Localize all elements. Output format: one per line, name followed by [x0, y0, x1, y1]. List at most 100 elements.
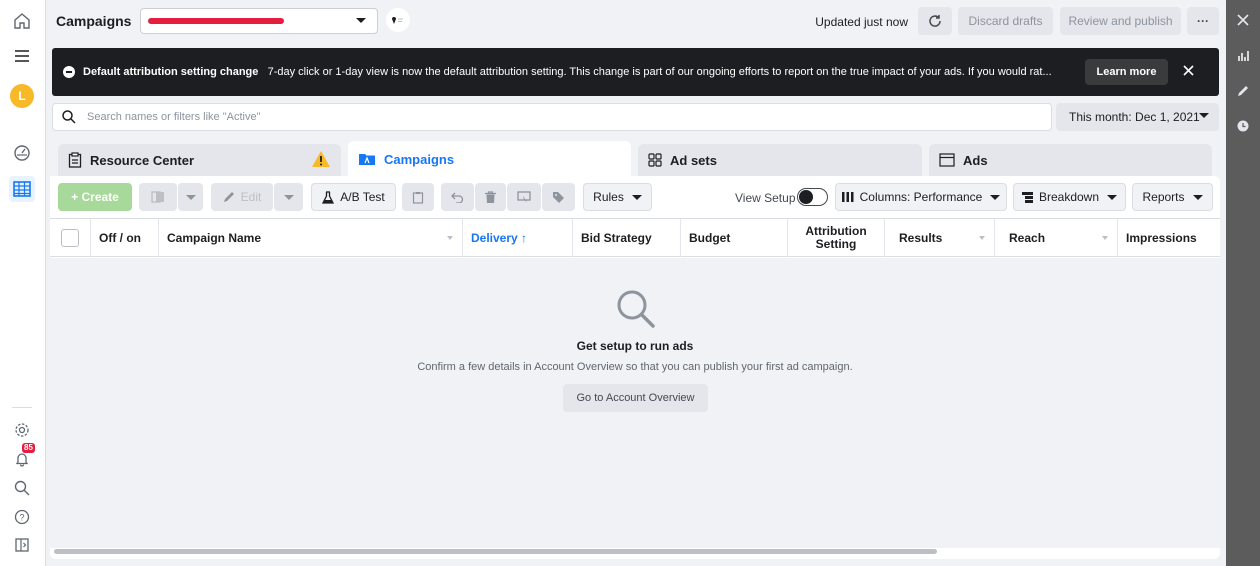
- chevron-down-icon: [185, 194, 196, 200]
- column-label: Reach: [1009, 231, 1046, 245]
- tab-label: Campaigns: [384, 151, 455, 167]
- help-icon[interactable]: ?: [9, 504, 35, 530]
- search-input[interactable]: [87, 109, 987, 125]
- duplicate-dropdown-button[interactable]: [178, 183, 203, 211]
- chevron-down-icon: [1192, 194, 1203, 200]
- learn-more-button[interactable]: Learn more: [1085, 59, 1168, 85]
- ads-manager-table-icon[interactable]: [9, 176, 35, 202]
- dashboard-gauge-icon[interactable]: [9, 140, 35, 166]
- page-title: Campaigns: [56, 13, 132, 29]
- create-button[interactable]: + Create: [58, 183, 132, 211]
- go-to-account-overview-button[interactable]: Go to Account Overview: [563, 384, 708, 412]
- ab-test-button[interactable]: A/B Test: [311, 183, 396, 211]
- date-range-picker[interactable]: This month: Dec 1, 2021: [1056, 103, 1219, 131]
- search-icon[interactable]: [9, 475, 35, 501]
- close-icon[interactable]: [1226, 14, 1260, 26]
- tab-ads[interactable]: Ads: [929, 144, 1212, 176]
- magnifier-icon: [617, 290, 655, 328]
- tab-resource-center[interactable]: Resource Center: [58, 144, 341, 176]
- edit-dropdown-button[interactable]: [274, 183, 303, 211]
- tag-icon: [553, 191, 564, 203]
- edit-button[interactable]: Edit: [211, 183, 273, 211]
- column-header-off-on[interactable]: Off / on: [91, 219, 159, 257]
- select-all-cell: [50, 219, 91, 257]
- settings-gear-icon[interactable]: [9, 417, 35, 443]
- date-range-label: This month: Dec 1, 2021: [1069, 110, 1200, 124]
- tab-label: Resource Center: [90, 152, 195, 168]
- chart-icon[interactable]: [1226, 50, 1260, 62]
- right-side-rail: [1226, 0, 1260, 566]
- column-header-impressions[interactable]: Impressions: [1118, 219, 1220, 257]
- column-header-attribution-setting[interactable]: Attribution Setting: [788, 219, 885, 257]
- chevron-down-icon: [1199, 113, 1209, 118]
- duplicate-icon: [151, 191, 164, 203]
- column-header-delivery[interactable]: Delivery ↑: [463, 219, 573, 257]
- columns-dropdown[interactable]: Columns: Performance: [835, 183, 1007, 211]
- refresh-icon: [929, 15, 941, 27]
- more-options-button[interactable]: ···: [1187, 7, 1219, 35]
- location-pin-icon[interactable]: [386, 8, 410, 32]
- discard-drafts-button[interactable]: Discard drafts: [958, 7, 1053, 35]
- expand-panel-icon[interactable]: [9, 532, 35, 558]
- column-header-campaign-name[interactable]: Campaign Name: [159, 219, 463, 257]
- table-header: Off / on Campaign Name Delivery ↑ Bid St…: [50, 218, 1220, 257]
- column-label: Campaign Name: [167, 231, 262, 245]
- reports-dropdown[interactable]: Reports: [1132, 183, 1213, 211]
- column-header-results[interactable]: Results: [885, 219, 995, 257]
- folder-icon: [358, 152, 376, 166]
- banner-message: Default attribution setting change 7-day…: [83, 66, 1089, 78]
- chevron-down-icon: [990, 194, 1001, 200]
- warning-icon: [311, 150, 331, 168]
- search-bar: [52, 103, 1052, 131]
- rules-dropdown[interactable]: Rules: [583, 183, 652, 211]
- flask-icon: [322, 190, 335, 204]
- refresh-button[interactable]: [918, 7, 952, 35]
- toggle-knob: [799, 190, 813, 204]
- preview-icon: [517, 191, 531, 202]
- nav-divider: [12, 407, 32, 408]
- pencil-icon[interactable]: [1226, 85, 1260, 97]
- menu-icon[interactable]: [9, 43, 35, 69]
- tab-label: Ads: [963, 152, 988, 168]
- ad-account-select[interactable]: [140, 8, 378, 34]
- redacted-account-name: [148, 18, 284, 24]
- clock-icon[interactable]: [1226, 120, 1260, 132]
- review-and-publish-button[interactable]: Review and publish: [1060, 7, 1181, 35]
- info-minus-icon: [63, 66, 75, 78]
- home-icon[interactable]: [9, 8, 35, 34]
- view-setup-toggle[interactable]: [797, 188, 828, 206]
- duplicate-button[interactable]: [139, 183, 177, 211]
- delete-button[interactable]: [475, 183, 506, 211]
- avatar-initial: L: [18, 89, 26, 103]
- column-header-bid-strategy[interactable]: Bid Strategy: [573, 219, 681, 257]
- column-header-budget[interactable]: Budget: [681, 219, 788, 257]
- trash-icon: [485, 191, 496, 203]
- ad-window-icon: [939, 153, 955, 167]
- tag-button[interactable]: [542, 183, 575, 211]
- horizontal-scrollbar[interactable]: [54, 549, 937, 554]
- empty-state: Get setup to run ads Confirm a few detai…: [50, 258, 1220, 548]
- sort-caret-icon: [447, 236, 453, 240]
- view-setup-label: View Setup: [735, 191, 796, 205]
- sort-caret-icon: [979, 236, 985, 240]
- tab-ad-sets[interactable]: Ad sets: [638, 144, 922, 176]
- chevron-down-icon: [283, 194, 294, 200]
- grid-icon: [648, 153, 662, 167]
- toolbar: + Create Edit A/B Test Rules View Setup …: [50, 176, 1220, 218]
- undo-button[interactable]: [441, 183, 474, 211]
- column-header-reach[interactable]: Reach: [995, 219, 1118, 257]
- columns-label: Columns: Performance: [859, 190, 983, 204]
- close-icon[interactable]: [1183, 65, 1194, 76]
- select-all-checkbox[interactable]: [61, 229, 79, 247]
- clipboard-button[interactable]: [402, 183, 434, 211]
- banner-text: 7-day click or 1-day view is now the def…: [267, 66, 1052, 78]
- updated-status: Updated just now: [815, 15, 908, 29]
- sort-caret-icon: [1102, 236, 1108, 240]
- avatar[interactable]: L: [10, 84, 34, 108]
- notification-count-badge: 85: [22, 443, 35, 453]
- chevron-down-icon: [631, 194, 642, 200]
- breakdown-dropdown[interactable]: Breakdown: [1013, 183, 1126, 211]
- tab-campaigns[interactable]: Campaigns: [348, 141, 631, 177]
- preview-button[interactable]: [507, 183, 541, 211]
- breakdown-label: Breakdown: [1038, 190, 1100, 204]
